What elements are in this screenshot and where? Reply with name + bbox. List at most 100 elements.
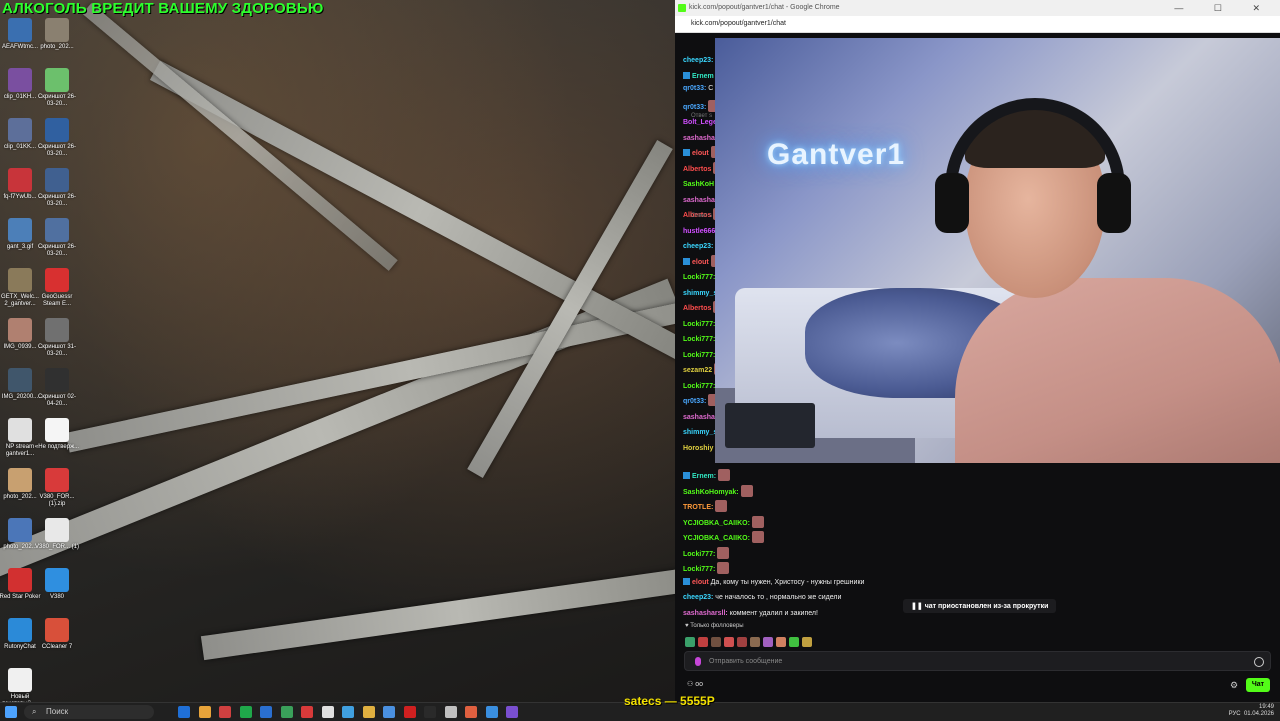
desktop-icon[interactable]: Скриншот 26-03-20... [34, 68, 80, 108]
chat-username[interactable]: elout [692, 579, 709, 586]
chat-message[interactable]: Locki777: [683, 546, 730, 560]
emote-icon[interactable] [802, 637, 812, 647]
chat-message[interactable]: Locki777: [683, 562, 730, 575]
chat-message[interactable]: YCJIOBKA_CAIIKO: [683, 515, 764, 529]
chat-username[interactable]: sashasha [683, 414, 715, 421]
chat-username[interactable]: YCJIOBKA_CAIIKO: [683, 535, 750, 542]
emote-icon[interactable] [724, 637, 734, 647]
chat-username[interactable]: Ernem [692, 73, 714, 80]
taskbar-app-icon[interactable] [198, 706, 211, 718]
chat-username[interactable]: Locki777: [683, 321, 715, 328]
desktop-icon[interactable]: «Не подтверж... [34, 418, 80, 451]
taskbar-app-icon[interactable] [342, 706, 354, 718]
chat-input[interactable]: Отправить сообщение [684, 651, 1271, 671]
chat-username[interactable]: Albertos [683, 166, 711, 173]
chat-username[interactable]: sezam22 [683, 367, 712, 374]
taskbar-app-icon[interactable] [444, 706, 457, 718]
desktop-icon[interactable]: Скриншот 31-03-20... [34, 318, 80, 358]
chat-username[interactable]: elout [692, 150, 709, 157]
system-tray[interactable]: РУС 19:49 01.04.2026 [1229, 704, 1274, 718]
chat-username[interactable]: Locki777: [683, 551, 715, 558]
taskbar-app-icon[interactable] [260, 706, 272, 718]
chat-username[interactable]: Locki777: [683, 274, 715, 281]
taskbar-app-icon[interactable] [506, 706, 518, 718]
chat-username[interactable]: Horoshiy [683, 445, 713, 452]
taskbar-app-icon[interactable] [485, 706, 498, 718]
taskbar-app-icon[interactable] [219, 706, 231, 718]
chat-username[interactable]: YCJIOBKA_CAIIKO: [683, 520, 750, 527]
emote-icon[interactable] [685, 637, 695, 647]
emote-icon[interactable] [698, 637, 708, 647]
emote-icon[interactable] [776, 637, 786, 647]
chat-username[interactable]: elout [692, 259, 709, 266]
chat-username[interactable]: qr0t33: [683, 104, 706, 111]
chat-username[interactable]: cheep23: [683, 594, 713, 601]
chat-message[interactable]: YCJIOBKA_CAIIKO: [683, 531, 764, 544]
chat-username[interactable]: Albertos [683, 305, 711, 312]
chat-username[interactable]: sashasharsll: [683, 610, 728, 617]
chat-username[interactable]: Locki777: [683, 383, 715, 390]
window-controls[interactable]: — ☐ ✕ [1174, 0, 1274, 16]
chat-message[interactable]: sashasharsll: коммент удалил и закипел! [683, 609, 818, 619]
desktop-icon[interactable]: Новый текстовый ... [0, 668, 43, 702]
taskbar-app-icon[interactable] [383, 706, 395, 718]
taskbar-app-icon[interactable] [280, 706, 293, 718]
chat-username[interactable]: SashKoHomyak: [683, 489, 739, 496]
channel-points[interactable]: ⚇ oo [687, 680, 703, 688]
taskbar-app-icon[interactable] [301, 706, 313, 718]
emote-icon[interactable] [750, 637, 760, 647]
desktop-icon[interactable]: V380_FOR... (1) [34, 518, 80, 551]
chat-username[interactable]: shimmy_s [683, 429, 717, 436]
desktop-icon[interactable]: Скриншот 26-03-20... [34, 218, 80, 258]
desktop-icon[interactable]: Скриншот 02-04-20... [34, 368, 80, 408]
chat-username[interactable]: cheep23: [683, 243, 713, 250]
chat-username[interactable]: qr0t33: [683, 85, 706, 92]
taskbar-app-icon[interactable] [321, 706, 334, 718]
chat-username[interactable]: shimmy_s [683, 290, 717, 297]
chat-username[interactable]: Locki777: [683, 352, 715, 359]
chat-username[interactable]: hustle666 [683, 228, 715, 235]
emote-icon[interactable] [737, 637, 747, 647]
mic-icon[interactable] [695, 657, 701, 666]
desktop-icon[interactable]: photo_202... [34, 18, 80, 51]
chat-username[interactable]: qr0t33: [683, 398, 706, 405]
chat-username[interactable]: Locki777: [683, 566, 715, 573]
taskbar-app-icon[interactable] [239, 706, 252, 718]
chat-username[interactable]: cheep23: [683, 57, 713, 64]
desktop-icon[interactable]: CCleaner 7 [34, 618, 80, 651]
emote-icon[interactable] [763, 637, 773, 647]
taskbar-app-icon[interactable] [424, 706, 436, 718]
chat-message[interactable]: qr0t33: C [683, 84, 713, 94]
chat-message[interactable]: elout Да, кому ты нужен, Христосу - нужн… [683, 577, 864, 588]
emoji-icon[interactable] [1254, 657, 1264, 667]
taskbar-app-icon[interactable] [403, 706, 416, 718]
chat-username[interactable]: Ernem: [692, 473, 716, 480]
taskbar-search[interactable]: ⌕ Поиск [24, 705, 154, 719]
desktop-icon[interactable]: Скриншот 26-03-20... [34, 168, 80, 208]
chat-message[interactable]: cheep23: че началось то , нормально же с… [683, 593, 841, 603]
chat-username[interactable]: TROTLE: [683, 504, 713, 511]
emote-icon[interactable] [711, 637, 721, 647]
chat-message[interactable]: Ernem: [683, 469, 731, 482]
windows-start-icon[interactable] [5, 706, 17, 718]
webcam-video[interactable]: Gantver1 [715, 38, 1280, 463]
taskbar-app-icon[interactable] [178, 706, 190, 718]
desktop-icon[interactable]: V380 [34, 568, 80, 601]
taskbar-app-icon[interactable] [362, 706, 375, 718]
chat-username[interactable]: sashasha [683, 135, 715, 142]
desktop-icon[interactable]: V380_FOR... (1).zip [34, 468, 80, 508]
chrome-titlebar[interactable]: kick.com/popout/gantver1/chat - Google C… [675, 0, 1280, 16]
chat-message[interactable]: SashKoHomyak: [683, 484, 753, 498]
emote-icon[interactable] [789, 637, 799, 647]
desktop-icon[interactable]: Скриншот 26-03-20... [34, 118, 80, 158]
taskbar-app-icon[interactable] [465, 706, 477, 718]
chat-paused-notice[interactable]: ❚❚ чат приостановлен из-за прокрутки [903, 599, 1057, 613]
gear-icon[interactable]: ⚙ [1230, 680, 1238, 691]
chat-username[interactable]: SashKoH [683, 181, 714, 188]
address-bar[interactable]: kick.com/popout/gantver1/chat [675, 16, 1280, 33]
send-chat-button[interactable]: Чат [1246, 678, 1270, 692]
chat-username[interactable]: Locki777: [683, 336, 715, 343]
desktop-icon[interactable]: GeoGuessr Steam E... [34, 268, 80, 308]
chat-username[interactable]: sashasha [683, 197, 715, 204]
chat-message[interactable]: TROTLE: [683, 500, 728, 513]
